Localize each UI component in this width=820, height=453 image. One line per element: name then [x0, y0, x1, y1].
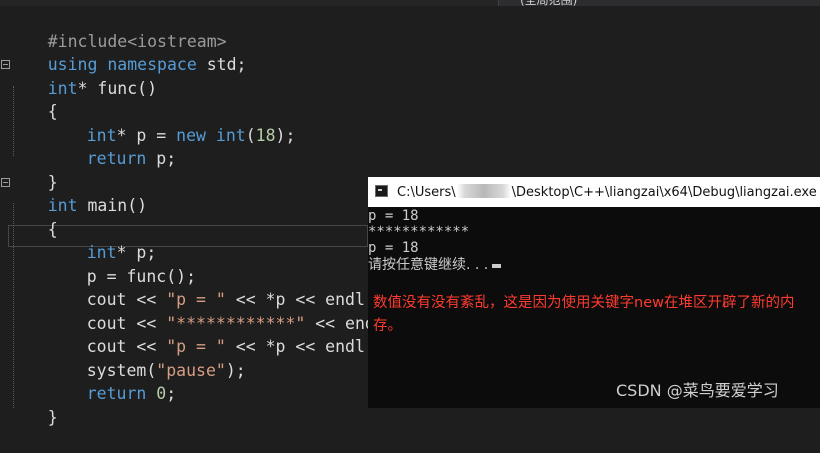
console-app-icon — [375, 185, 388, 197]
code-line-3: int* func() — [0, 53, 820, 98]
annotation-note: 数值没有没有紊乱，这是因为使用关键字new在堆区开辟了新的内存。 — [373, 295, 795, 334]
console-titlebar[interactable]: C:\Users\ \Desktop\C++\liangzai\x64\Debug… — [368, 177, 820, 207]
console-title: C:\Users\ \Desktop\C++\liangzai\x64\Debug… — [397, 184, 817, 200]
console-output-line: p = 18 — [368, 208, 419, 224]
code-line-4: { — [0, 77, 820, 121]
code-line-6: return p; — [0, 124, 820, 168]
console-window[interactable]: C:\Users\ \Desktop\C++\liangzai\x64\Debug… — [368, 177, 820, 408]
console-prompt-text: 请按任意键继续. . . — [368, 257, 489, 273]
console-title-suffix: \Desktop\C++\liangzai\x64\Debug\liangzai… — [511, 185, 817, 200]
console-prompt-line: 请按任意键继续. . . — [368, 257, 502, 273]
brace: } — [47, 407, 58, 427]
code-line-1: #include<iostream> — [0, 6, 820, 51]
redacted-username — [456, 184, 511, 198]
code-line-7: } — [0, 147, 820, 192]
cursor-icon — [492, 264, 502, 268]
code-line-5: int* p = new int(18); — [0, 100, 820, 145]
console-output-line: p = 18 — [368, 240, 419, 256]
console-title-prefix: C:\Users\ — [397, 185, 456, 200]
console-output-line: ************ — [368, 224, 470, 240]
watermark: CSDN @菜鸟要爱学习 — [616, 381, 779, 400]
code-line-2: using namespace std; — [0, 30, 820, 74]
